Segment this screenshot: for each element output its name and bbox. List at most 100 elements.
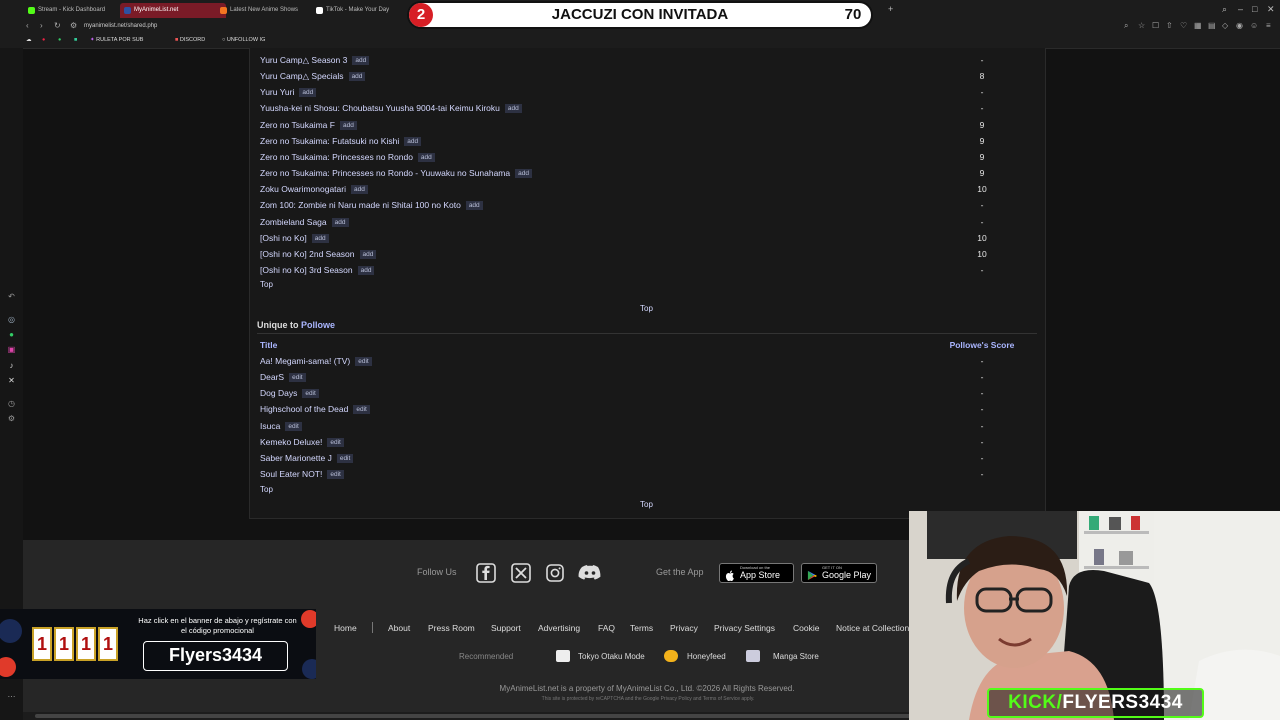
menu-icon[interactable]: ≡ bbox=[1266, 21, 1271, 30]
edit-button[interactable]: edit bbox=[353, 405, 370, 415]
edit-button[interactable]: edit bbox=[355, 357, 372, 366]
anime-title-link[interactable]: Soul Eater NOT! bbox=[260, 469, 322, 479]
footer-nav-link[interactable]: Home bbox=[334, 623, 357, 634]
add-button[interactable]: add bbox=[348, 72, 366, 82]
center-top-link[interactable]: Top bbox=[640, 303, 653, 315]
column-header-score[interactable]: Pollowe's Score bbox=[940, 339, 1024, 351]
add-button[interactable]: add bbox=[404, 136, 422, 146]
bookmark-ruleta[interactable]: ✦ RULETA POR SUB bbox=[90, 33, 143, 48]
anime-title-link[interactable]: [Oshi no Ko] 2nd Season bbox=[260, 249, 355, 259]
anime-title-link[interactable]: Zoku Owarimonogatari bbox=[260, 184, 346, 194]
footer-nav-link[interactable]: Press Room bbox=[428, 623, 475, 634]
anime-title-link[interactable]: Isuca bbox=[260, 421, 280, 431]
edit-button[interactable]: edit bbox=[327, 470, 344, 480]
new-tab-icon[interactable]: + bbox=[888, 4, 893, 14]
history-icon[interactable]: ↶ bbox=[7, 292, 16, 301]
anime-title-link[interactable]: Saber Marionette J bbox=[260, 453, 332, 463]
favorite-icon[interactable]: ♡ bbox=[1180, 21, 1187, 30]
share-icon[interactable]: ⇧ bbox=[1166, 21, 1173, 30]
back-icon[interactable]: ‹ bbox=[26, 21, 29, 30]
add-button[interactable]: add bbox=[299, 88, 317, 98]
anime-title-link[interactable]: Zero no Tsukaima: Princesses no Rondo - … bbox=[260, 168, 510, 178]
unique-center-top-link[interactable]: Top bbox=[640, 499, 653, 511]
footer-nav-link[interactable]: Privacy Settings bbox=[714, 623, 775, 634]
cloud-icon[interactable]: ☁ bbox=[26, 33, 32, 48]
url-input[interactable]: myanimelist.net/shared.php bbox=[84, 20, 157, 33]
column-header-title[interactable]: Title bbox=[260, 339, 277, 351]
add-button[interactable]: add bbox=[465, 201, 483, 211]
anime-title-link[interactable]: Yuru Camp△ Season 3 bbox=[260, 55, 347, 65]
edit-button[interactable]: edit bbox=[285, 421, 302, 431]
edit-button[interactable]: edit bbox=[289, 373, 306, 383]
bookmark-discord[interactable]: ■ DISCORD bbox=[175, 33, 205, 48]
add-button[interactable]: add bbox=[357, 265, 375, 275]
anime-title-link[interactable]: Aa! Megami-sama! (TV) bbox=[260, 356, 350, 366]
footer-nav-link[interactable]: Terms bbox=[630, 623, 653, 634]
browser-tab[interactable]: TikTok - Make Your Day bbox=[312, 3, 418, 18]
rec-honeyfeed[interactable]: Honeyfeed bbox=[687, 652, 726, 661]
translate-icon[interactable]: ☆ bbox=[1138, 21, 1145, 30]
anime-title-link[interactable]: Highschool of the Dead bbox=[260, 404, 348, 414]
forward-icon[interactable]: › bbox=[40, 21, 43, 30]
browser-tab[interactable]: Stream - Kick Dashboard bbox=[24, 3, 132, 18]
close-window-icon[interactable]: ✕ bbox=[1267, 4, 1275, 15]
add-button[interactable]: add bbox=[339, 120, 357, 130]
reload-icon[interactable]: ↻ bbox=[54, 21, 61, 30]
add-button[interactable]: add bbox=[331, 217, 349, 227]
footer-nav-link[interactable]: Privacy bbox=[670, 623, 698, 634]
whatsapp-sidebar-icon[interactable]: ● bbox=[7, 330, 16, 339]
anime-title-link[interactable]: Yuru Yuri bbox=[260, 87, 294, 97]
anime-title-link[interactable]: [Oshi no Ko] 3rd Season bbox=[260, 265, 353, 275]
x-sidebar-icon[interactable]: ✕ bbox=[7, 376, 16, 385]
add-button[interactable]: add bbox=[359, 249, 377, 259]
browser-tab[interactable]: Latest New Anime Shows bbox=[216, 3, 322, 18]
anime-title-link[interactable]: [Oshi no Ko] bbox=[260, 233, 307, 243]
anime-title-link[interactable]: DearS bbox=[260, 372, 284, 382]
edit-button[interactable]: edit bbox=[336, 453, 354, 463]
add-button[interactable]: add bbox=[311, 233, 329, 243]
footer-nav-link[interactable]: Advertising bbox=[538, 623, 580, 634]
camera-icon[interactable]: ◉ bbox=[1236, 21, 1243, 30]
add-button[interactable]: add bbox=[417, 152, 435, 162]
minimize-icon[interactable]: – bbox=[1238, 4, 1243, 14]
maximize-icon[interactable]: □ bbox=[1252, 4, 1257, 14]
footer-nav-link[interactable]: FAQ bbox=[598, 623, 615, 634]
discord-icon[interactable] bbox=[578, 563, 602, 583]
anime-title-link[interactable]: Dog Days bbox=[260, 388, 297, 398]
footer-nav-link[interactable]: Notice at Collection bbox=[836, 623, 909, 634]
more-icon[interactable]: ⋯ bbox=[7, 692, 16, 701]
promo-code[interactable]: Flyers3434 bbox=[143, 641, 288, 671]
tiktok-sidebar-icon[interactable]: ♪ bbox=[7, 361, 16, 370]
anime-title-link[interactable]: Kemeko Deluxe! bbox=[260, 437, 322, 447]
messenger-icon[interactable]: ◎ bbox=[7, 315, 16, 324]
footer-nav-link[interactable]: Cookie bbox=[793, 623, 819, 634]
x-icon[interactable] bbox=[511, 563, 531, 583]
footer-nav-link[interactable]: About bbox=[388, 623, 410, 634]
add-button[interactable]: add bbox=[504, 104, 522, 114]
anime-title-link[interactable]: Zombieland Saga bbox=[260, 217, 327, 227]
edit-button[interactable]: edit bbox=[302, 389, 319, 399]
browser-tab[interactable]: MyAnimeList.net bbox=[120, 3, 226, 18]
unique-user-link[interactable]: Pollowe bbox=[301, 320, 335, 330]
site-info-icon[interactable]: ⚙ bbox=[70, 21, 77, 30]
profile-icon[interactable]: ☺ bbox=[1250, 21, 1258, 30]
anime-title-link[interactable]: Zom 100: Zombie ni Naru made ni Shitai 1… bbox=[260, 200, 461, 210]
bookmark-icon[interactable]: ☐ bbox=[1152, 21, 1159, 30]
clock-icon[interactable]: ◷ bbox=[7, 399, 16, 408]
rec-tokyo-otaku-mode[interactable]: Tokyo Otaku Mode bbox=[578, 652, 645, 661]
google-play-button[interactable]: GET IT ON Google Play bbox=[801, 563, 877, 583]
add-button[interactable]: add bbox=[515, 169, 532, 179]
youtube-icon[interactable]: ● bbox=[42, 33, 45, 48]
footer-nav-link[interactable]: Support bbox=[491, 623, 521, 634]
bookmark-unfollow-ig[interactable]: ○ UNFOLLOW IG bbox=[222, 33, 265, 48]
unique-top-link[interactable]: Top bbox=[260, 484, 273, 496]
anime-title-link[interactable]: Zero no Tsukaima: Princesses no Rondo bbox=[260, 152, 413, 162]
rec-manga-store[interactable]: Manga Store bbox=[773, 652, 819, 661]
facebook-icon[interactable] bbox=[476, 563, 496, 583]
shield-icon[interactable]: ■ bbox=[74, 33, 77, 48]
top-link[interactable]: Top bbox=[260, 279, 273, 291]
wallet-icon[interactable]: ◇ bbox=[1222, 21, 1228, 30]
instagram-sidebar-icon[interactable]: ▣ bbox=[7, 345, 16, 354]
instagram-icon[interactable] bbox=[545, 563, 565, 583]
whatsapp-icon[interactable]: ● bbox=[58, 33, 61, 48]
